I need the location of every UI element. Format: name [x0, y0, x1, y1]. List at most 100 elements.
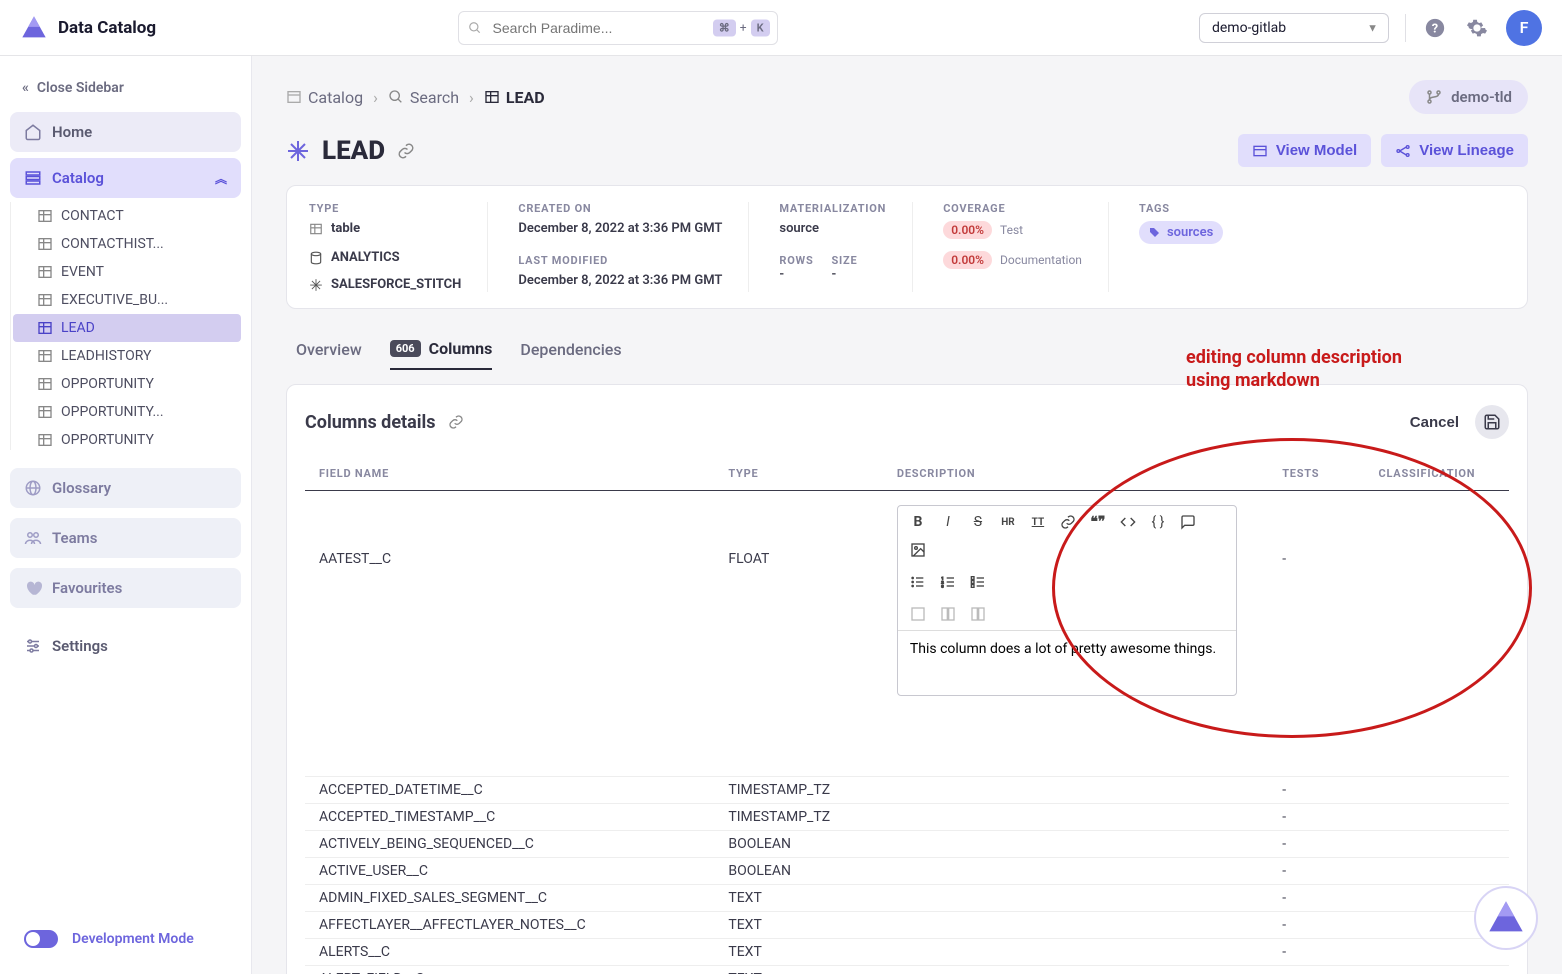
- image-tool-icon[interactable]: [904, 538, 932, 562]
- heading-icon[interactable]: TT: [1024, 510, 1052, 534]
- table-row: ACCEPTED_DATETIME__CTIMESTAMP_TZ-: [305, 777, 1509, 804]
- close-sidebar-button[interactable]: « Close Sidebar: [10, 70, 241, 106]
- col-left-icon[interactable]: [934, 602, 962, 626]
- table-icon: [37, 404, 53, 420]
- col-tests: TESTS: [1268, 457, 1364, 491]
- meta-card: TYPE table ANALYTICS SALESFORCE_STITCH: [286, 185, 1528, 309]
- toggle-icon: [24, 930, 58, 948]
- workspace-select[interactable]: demo-gitlab ▼: [1199, 13, 1389, 43]
- bold-icon[interactable]: B: [904, 510, 932, 534]
- table-row: ALERTS__CTEXT-: [305, 939, 1509, 966]
- tree-item[interactable]: EXECUTIVE_BU...: [13, 286, 241, 314]
- branch-icon: [1425, 88, 1443, 106]
- columns-title: Columns details: [305, 412, 436, 433]
- view-model-button[interactable]: View Model: [1238, 134, 1371, 167]
- chevron-up-icon: ︽: [215, 170, 227, 187]
- link-icon[interactable]: [397, 142, 415, 160]
- col-right-icon[interactable]: [964, 602, 992, 626]
- tree-item-label: OPPORTUNITY...: [61, 404, 164, 420]
- braces-icon[interactable]: { }: [1144, 510, 1172, 534]
- table-icon: [37, 376, 53, 392]
- tree-item-label: CONTACT: [61, 208, 124, 224]
- col-desc: DESCRIPTION: [883, 457, 1268, 491]
- quote-icon[interactable]: ❝❞: [1084, 510, 1112, 534]
- tree-item[interactable]: OPPORTUNITY: [13, 426, 241, 450]
- table-icon: [37, 264, 53, 280]
- italic-icon[interactable]: I: [934, 510, 962, 534]
- svg-text:3: 3: [941, 583, 943, 588]
- tree-item-label: EXECUTIVE_BU...: [61, 292, 168, 308]
- link-icon[interactable]: [448, 414, 464, 430]
- comment-icon[interactable]: [1174, 510, 1202, 534]
- tabs: Overview 606 Columns Dependencies: [286, 329, 1528, 370]
- tree-item-label: OPPORTUNITY: [61, 376, 154, 392]
- sidebar-item-home[interactable]: Home: [10, 112, 241, 152]
- tag-icon: [1149, 227, 1161, 239]
- table-icon: [37, 432, 53, 448]
- cancel-button[interactable]: Cancel: [1410, 414, 1459, 431]
- sidebar-item-favourites[interactable]: Favourites: [10, 568, 241, 608]
- schema-icon: [309, 278, 323, 292]
- globe-icon: [24, 479, 42, 497]
- ol-icon[interactable]: 123: [934, 570, 962, 594]
- catalog-icon: [286, 89, 302, 105]
- table-icon: [37, 208, 53, 224]
- tree-item-label: EVENT: [61, 264, 104, 280]
- ul-icon[interactable]: [904, 570, 932, 594]
- tree-item[interactable]: OPPORTUNITY: [13, 370, 241, 398]
- env-pill[interactable]: demo-tld: [1409, 80, 1528, 114]
- tree-item[interactable]: OPPORTUNITY...: [13, 398, 241, 426]
- tree-item-label: OPPORTUNITY: [61, 432, 154, 448]
- workspace-selected: demo-gitlab: [1212, 20, 1286, 36]
- tree-item[interactable]: LEAD: [13, 314, 241, 342]
- view-lineage-button[interactable]: View Lineage: [1381, 134, 1528, 167]
- main-content: Catalog › Search › LEAD demo-tld: [252, 56, 1562, 974]
- col-field: FIELD NAME: [305, 457, 714, 491]
- sidebar-item-teams[interactable]: Teams: [10, 518, 241, 558]
- markdown-editor[interactable]: B I S HR TT ❝❞ { }: [897, 505, 1237, 696]
- columns-card: Columns details Cancel FIELD NAME: [286, 384, 1528, 974]
- tab-columns[interactable]: 606 Columns: [390, 329, 493, 370]
- app-logo[interactable]: Data Catalog: [20, 14, 156, 42]
- tag-sources[interactable]: sources: [1139, 221, 1223, 244]
- avatar[interactable]: F: [1506, 10, 1542, 46]
- breadcrumb-search[interactable]: Search: [388, 88, 459, 107]
- sliders-icon: [24, 637, 42, 655]
- sidebar-item-settings[interactable]: Settings: [10, 626, 241, 666]
- table-insert-icon[interactable]: [904, 602, 932, 626]
- dev-mode-toggle[interactable]: Development Mode: [10, 918, 241, 960]
- link-tool-icon[interactable]: [1054, 510, 1082, 534]
- tab-overview[interactable]: Overview: [296, 329, 362, 370]
- table-icon: [37, 292, 53, 308]
- tab-dependencies[interactable]: Dependencies: [520, 329, 621, 370]
- users-icon: [24, 529, 42, 547]
- code-icon[interactable]: [1114, 510, 1142, 534]
- database-icon: [309, 251, 323, 265]
- sidebar-item-glossary[interactable]: Glossary: [10, 468, 241, 508]
- tree-item[interactable]: LEADHISTORY: [13, 342, 241, 370]
- save-button[interactable]: [1475, 405, 1509, 439]
- divider: [1405, 14, 1406, 42]
- sidebar-item-catalog[interactable]: Catalog ︽: [10, 158, 241, 198]
- checklist-icon[interactable]: [964, 570, 992, 594]
- tree-item[interactable]: EVENT: [13, 258, 241, 286]
- strike-icon[interactable]: S: [964, 510, 992, 534]
- svg-text:?: ?: [1432, 21, 1438, 36]
- gear-icon[interactable]: [1464, 15, 1490, 41]
- table-row: ACTIVELY_BEING_SEQUENCED__CBOOLEAN-: [305, 831, 1509, 858]
- description-textarea[interactable]: [898, 631, 1236, 691]
- col-class: CLASSIFICATION: [1365, 457, 1510, 491]
- tree-item[interactable]: CONTACT: [13, 202, 241, 230]
- help-icon[interactable]: ?: [1422, 15, 1448, 41]
- tree-item-label: LEADHISTORY: [61, 348, 151, 364]
- search-icon: [388, 89, 404, 105]
- hr-icon[interactable]: HR: [994, 510, 1022, 534]
- breadcrumb-catalog[interactable]: Catalog: [286, 88, 363, 107]
- breadcrumb: Catalog › Search › LEAD demo-tld: [286, 80, 1528, 114]
- logo-icon: [1486, 898, 1526, 938]
- tree-item[interactable]: CONTACTHIST...: [13, 230, 241, 258]
- table-row: AATEST__C FLOAT B I S HR TT: [305, 491, 1509, 777]
- lineage-icon: [1395, 143, 1411, 159]
- table-icon: [37, 236, 53, 252]
- launcher-button[interactable]: [1474, 886, 1538, 950]
